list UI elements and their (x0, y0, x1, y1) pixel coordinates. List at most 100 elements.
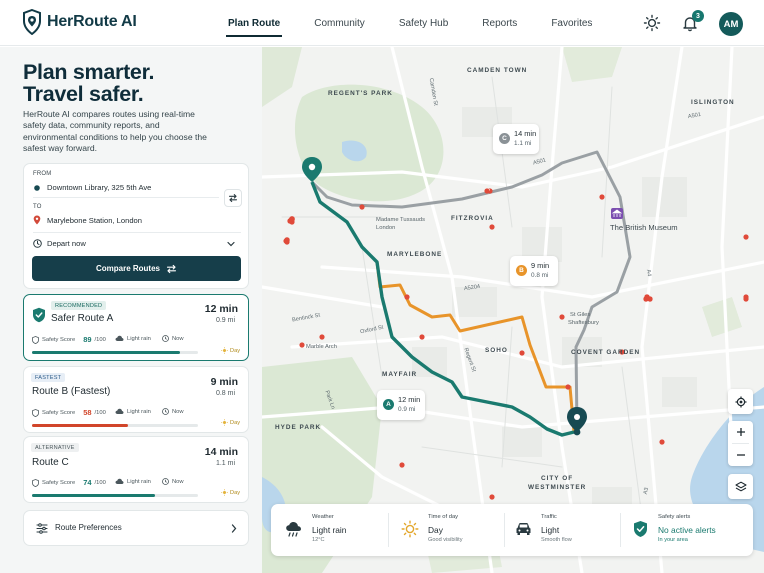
safety-score-label: Safety Score (42, 479, 76, 486)
conditions-bar: Weather Light rain 12°C Time of day Day … (271, 504, 753, 556)
safety-score-bar-fill (32, 351, 180, 354)
route-preferences-button[interactable]: Route Preferences (23, 510, 249, 546)
nav-plan-route[interactable]: Plan Route (220, 0, 288, 46)
sliders-icon (36, 523, 48, 534)
swap-locations-button[interactable] (224, 189, 242, 207)
traffic-condition: Traffic Light Smooth flow (505, 504, 620, 556)
route-c-bubble[interactable]: C 14 min 1.1 mi (493, 124, 539, 154)
nav-favorites[interactable]: Favorites (543, 0, 600, 46)
place-label-marble-arch: Marble Arch (306, 344, 337, 350)
user-avatar[interactable]: AM (719, 12, 743, 36)
route-b-bubble[interactable]: B 9 min 0.8 mi (510, 256, 558, 286)
compare-routes-button[interactable]: Compare Routes (32, 256, 241, 281)
map-layers-button[interactable] (728, 474, 753, 499)
place-label-madame-tussauds: Madame Tussauds (376, 217, 425, 223)
route-card-c[interactable]: ALTERNATIVE Route C 14 min 1.1 mi Safety… (23, 436, 249, 503)
route-distance: 0.9 mi (215, 317, 235, 324)
weather-text: Light rain (127, 478, 151, 485)
area-label-city-of: CITY OF (541, 475, 574, 482)
safety-score-bar-fill (32, 424, 129, 427)
safety-score-max: /100 (94, 409, 106, 416)
place-label-st-giles: St Giles (570, 312, 591, 318)
to-label: TO (33, 204, 42, 210)
route-a-bubble-time: 12 min (398, 395, 421, 404)
cloud-icon (115, 408, 124, 414)
locate-me-button[interactable] (728, 389, 753, 414)
weather-title: Weather (312, 514, 334, 520)
period-text: Day (230, 419, 240, 426)
route-name: Route B (Fastest) (32, 386, 111, 397)
route-b-bubble-time: 9 min (531, 261, 550, 270)
weather-meta: Light rain (115, 335, 151, 342)
route-card-a[interactable]: RECOMMENDED Safer Route A 12 min 0.9 mi … (23, 294, 249, 361)
to-input[interactable]: Marylebone Station, London (47, 216, 142, 225)
notification-count-badge: 3 (692, 10, 704, 22)
recommended-tag: RECOMMENDED (51, 301, 107, 310)
shield-check-icon (33, 307, 45, 323)
timing-meta: Now (162, 478, 184, 485)
place-label-london: London (376, 225, 396, 231)
compare-arrows-icon (166, 264, 177, 273)
weather-text: Light rain (127, 408, 151, 415)
plus-icon (736, 428, 745, 436)
swap-arrows-icon (228, 194, 238, 203)
chevron-right-icon (231, 524, 237, 533)
route-c-bubble-distance: 1.1 mi (514, 140, 532, 147)
time-of-day-value: Day (428, 525, 443, 535)
traffic-sub: Smooth flow (541, 537, 572, 543)
zoom-controls (728, 421, 753, 466)
from-divider (33, 197, 219, 198)
theme-toggle-sun-icon[interactable] (643, 14, 661, 32)
traffic-title: Traffic (541, 514, 557, 520)
layers-icon (734, 481, 747, 491)
nav-safety-hub[interactable]: Safety Hub (391, 0, 456, 46)
safety-alerts-sub: In your area (658, 537, 688, 543)
route-name: Route C (32, 457, 69, 468)
route-card-b[interactable]: FASTEST Route B (Fastest) 9 min 0.8 mi S… (23, 366, 249, 433)
from-input[interactable]: Downtown Library, 325 5th Ave (47, 183, 151, 192)
nav-reports[interactable]: Reports (474, 0, 525, 46)
route-a-bubble[interactable]: A 12 min 0.9 mi (377, 390, 425, 420)
zoom-in-button[interactable] (728, 421, 753, 443)
route-time: 12 min (204, 303, 238, 315)
minus-icon (736, 454, 745, 456)
hero-description: HerRoute AI compares routes using real-t… (23, 109, 207, 154)
zoom-out-button[interactable] (728, 444, 753, 466)
depart-time-select[interactable]: Depart now (47, 239, 86, 248)
nav-community[interactable]: Community (306, 0, 373, 46)
area-label-covent-garden: COVENT GARDEN (571, 349, 641, 356)
safety-score-bar (32, 424, 198, 427)
hero-line-2: Travel safer. (23, 82, 144, 106)
safety-alerts-value: No active alerts (658, 525, 716, 535)
route-a-bubble-distance: 0.9 mi (398, 406, 416, 413)
route-distance: 0.8 mi (215, 390, 235, 397)
period-indicator: Day (221, 419, 240, 426)
weather-value: Light rain (312, 525, 347, 535)
clock-icon (162, 335, 169, 342)
period-indicator: Day (221, 347, 240, 354)
weather-sub: 12°C (312, 537, 325, 543)
safety-score-value: 74 (83, 478, 92, 487)
route-planner-panel: Plan smarter. Travel safer. HerRoute AI … (0, 47, 262, 573)
route-time: 14 min (204, 446, 238, 458)
route-name: Safer Route A (51, 313, 114, 324)
weather-meta: Light rain (115, 408, 151, 415)
to-divider (33, 232, 241, 233)
shield-pin-logo-icon (23, 9, 41, 35)
shield-icon (32, 478, 39, 487)
app-logo[interactable]: HerRoute AI (22, 9, 137, 35)
area-label-marylebone: MARYLEBONE (387, 251, 443, 258)
safety-score-bar-fill (32, 494, 155, 497)
place-label-british-museum: The British Museum (610, 223, 678, 232)
timing-meta: Now (162, 335, 184, 342)
sun-icon (221, 489, 228, 496)
route-distance: 1.1 mi (215, 460, 235, 467)
route-preferences-label: Route Preferences (55, 523, 122, 532)
chevron-down-icon[interactable] (227, 241, 235, 247)
period-text: Day (230, 347, 240, 354)
safety-score-bar (32, 351, 198, 354)
route-b-bubble-distance: 0.8 mi (531, 272, 549, 279)
route-map[interactable]: CAMDEN TOWN REGENT'S PARK ISLINGTON FITZ… (262, 47, 764, 573)
compare-routes-label: Compare Routes (95, 264, 160, 273)
area-label-hyde-park: HYDE PARK (275, 424, 322, 431)
